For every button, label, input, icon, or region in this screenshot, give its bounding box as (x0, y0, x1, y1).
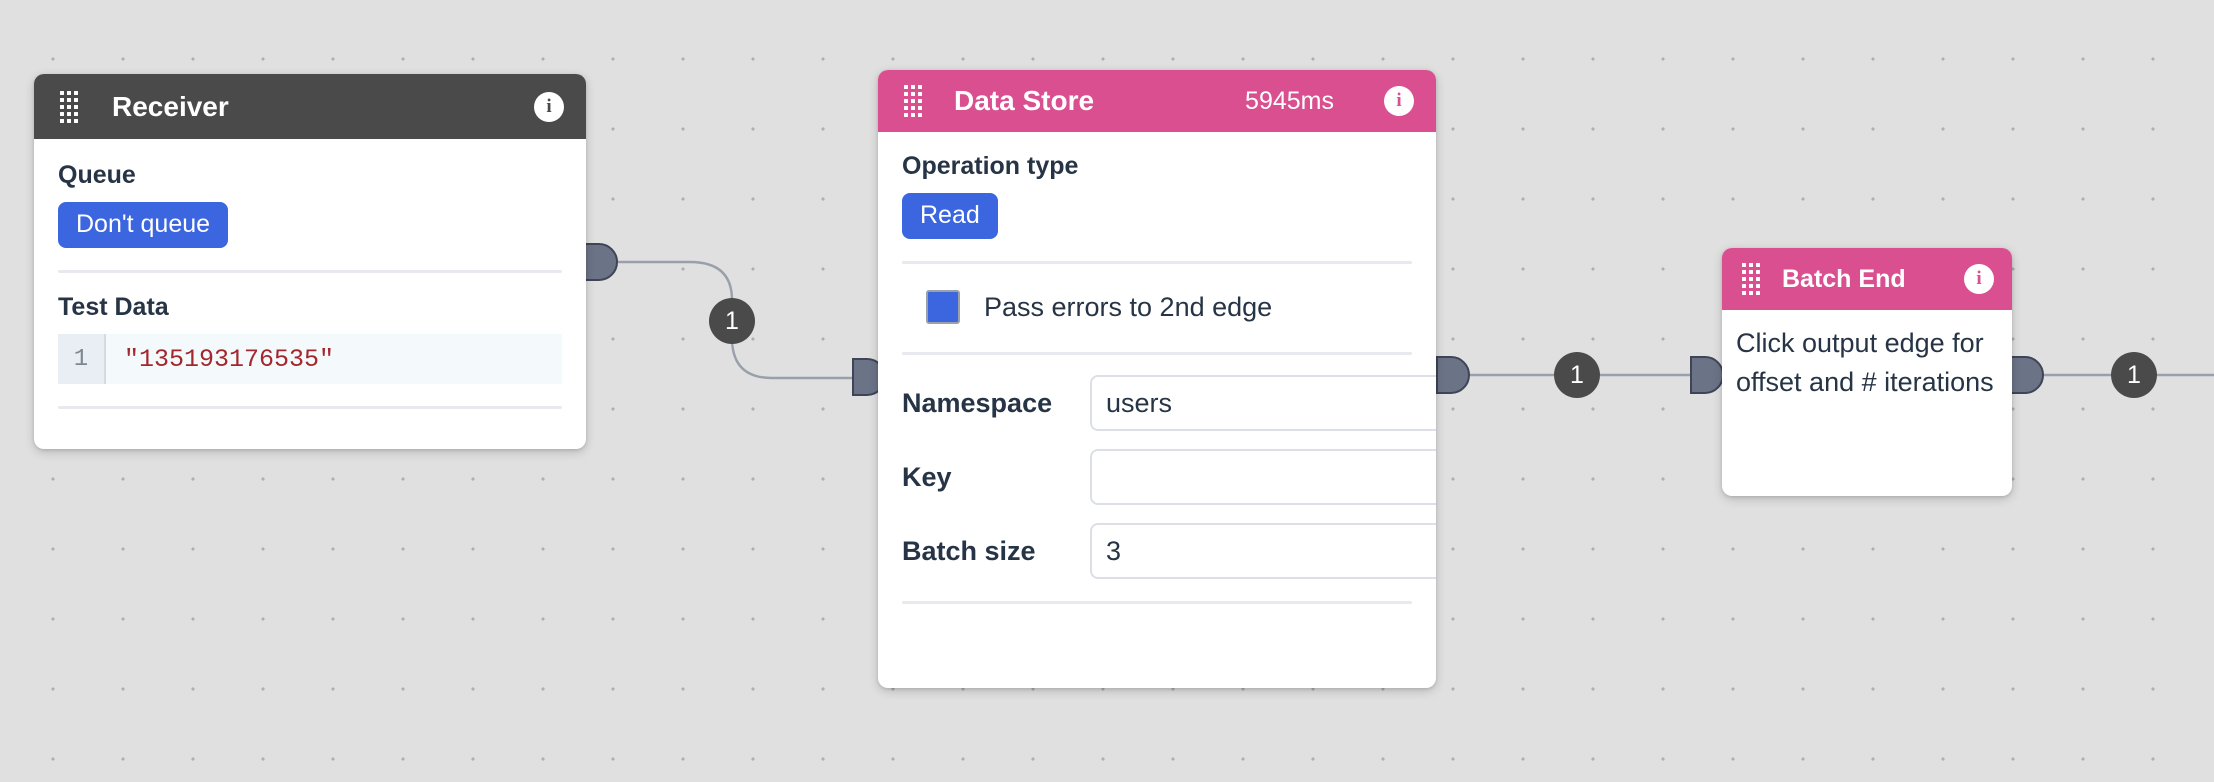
flow-canvas[interactable]: 1 1 1 Receiver i Queue Don't queue Test … (0, 0, 2214, 782)
test-data-editor[interactable]: 1 "135193176535" (58, 334, 562, 385)
datastore-title: Data Store (954, 85, 1095, 116)
batchend-title: Batch End (1782, 264, 1906, 293)
code-line-number: 1 (58, 334, 106, 385)
receiver-body: Queue Don't queue Test Data 1 "135193176… (34, 139, 586, 410)
queue-label: Queue (58, 161, 136, 189)
batch-size-input[interactable] (1090, 523, 1436, 580)
receiver-divider-1 (58, 270, 562, 274)
edge-count-badge-receiver-datastore[interactable]: 1 (709, 298, 755, 344)
operation-type-button[interactable]: Read (902, 193, 998, 240)
namespace-input[interactable] (1090, 375, 1436, 432)
pass-errors-row[interactable]: Pass errors to 2nd edge (902, 284, 1412, 330)
edge-count-badge-datastore-batchend[interactable]: 1 (1554, 352, 1600, 398)
receiver-divider-2 (58, 406, 562, 410)
node-receiver[interactable]: Receiver i Queue Don't queue Test Data 1… (34, 74, 586, 449)
code-line-text[interactable]: "135193176535" (106, 345, 562, 374)
node-batch-end[interactable]: Batch End i Click output edge for offset… (1722, 248, 2012, 496)
datastore-header[interactable]: Data Store 5945ms i (878, 70, 1436, 132)
drag-dots-icon[interactable] (904, 85, 922, 117)
info-icon[interactable]: i (1384, 86, 1414, 116)
datastore-divider-3 (902, 601, 1412, 605)
batch-size-row: Batch size (902, 523, 1436, 580)
node-data-store[interactable]: Data Store 5945ms i Operation type Read … (878, 70, 1436, 688)
pass-errors-checkbox[interactable] (926, 290, 960, 325)
batchend-body: Click output edge for offset and # itera… (1722, 310, 2012, 402)
batchend-input-port[interactable] (1690, 356, 1724, 394)
datastore-timing-badge: 5945ms (1245, 86, 1334, 115)
batchend-output-port[interactable] (2010, 356, 2044, 394)
operation-type-label: Operation type (902, 152, 1079, 180)
pass-errors-label: Pass errors to 2nd edge (984, 291, 1273, 322)
drag-dots-icon[interactable] (1742, 263, 1760, 295)
datastore-divider-1 (902, 261, 1412, 265)
key-row: Key (902, 449, 1436, 506)
edge-count-badge-batchend-next[interactable]: 1 (2111, 352, 2157, 398)
namespace-row: Namespace (902, 375, 1436, 432)
receiver-output-port[interactable] (584, 243, 618, 281)
namespace-label: Namespace (902, 387, 1053, 418)
datastore-output-port[interactable] (1436, 356, 1470, 394)
receiver-title: Receiver (112, 90, 229, 122)
info-icon[interactable]: i (534, 91, 564, 122)
receiver-header[interactable]: Receiver i (34, 74, 586, 139)
datastore-body: Operation type Read Pass errors to 2nd e… (878, 132, 1436, 605)
batchend-header[interactable]: Batch End i (1722, 248, 2012, 310)
queue-mode-button[interactable]: Don't queue (58, 202, 229, 249)
datastore-divider-2 (902, 352, 1412, 356)
info-icon[interactable]: i (1964, 264, 1994, 294)
batchend-hint-text: Click output edge for offset and # itera… (1736, 328, 1994, 397)
test-data-label: Test Data (58, 293, 169, 322)
key-label: Key (902, 461, 952, 492)
key-input[interactable] (1090, 449, 1436, 506)
drag-dots-icon[interactable] (60, 90, 78, 123)
batch-size-label: Batch size (902, 535, 1036, 566)
